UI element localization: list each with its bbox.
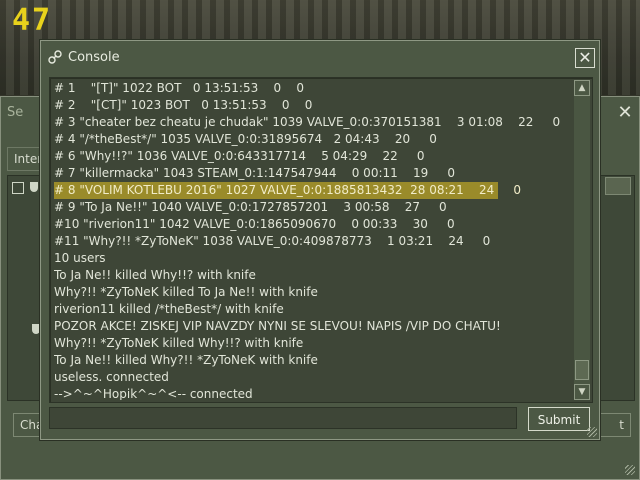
server-browser-close-icon[interactable]: ✕ xyxy=(615,103,635,123)
scrollbar[interactable]: ▲ ▼ xyxy=(574,80,590,400)
fps-counter: 47 xyxy=(12,3,53,38)
scroll-down-icon[interactable]: ▼ xyxy=(574,384,590,400)
console-line: # 6 "Why!!?" 1036 VALVE_0:0:643317714 5 … xyxy=(54,149,425,163)
server-browser-title: Se xyxy=(7,105,24,120)
console-window: Console ✕ # 1 "[T]" 1022 BOT 0 13:51:53 … xyxy=(40,40,600,440)
lock-icon xyxy=(12,182,24,194)
scroll-track[interactable] xyxy=(574,96,590,384)
console-line: #11 "Why?!! *ZyToNeK" 1038 VALVE_0:0:409… xyxy=(54,234,491,248)
scroll-up-icon[interactable]: ▲ xyxy=(574,80,590,96)
console-line: #10 "riverion11" 1042 VALVE_0:0:18650906… xyxy=(54,217,455,231)
console-titlebar[interactable]: Console ✕ xyxy=(41,41,599,73)
console-line: # 7 "killermacka" 1043 STEAM_0:1:1475479… xyxy=(54,166,455,180)
console-line: # 9 "To Ja Ne!!" 1040 VALVE_0:0:17278572… xyxy=(54,200,447,214)
submit-button[interactable]: Submit xyxy=(528,407,590,431)
console-line: To Ja Ne!! killed Why?!! *ZyToNeK with k… xyxy=(54,353,318,367)
console-line: # 4 "/*theBest*/" 1035 VALVE_0:0:3189567… xyxy=(54,132,437,146)
console-line: useless. connected xyxy=(54,370,169,384)
console-line: To Ja Ne!! killed Why!!? with knife xyxy=(54,268,256,282)
console-line-selected: # 8 "VOLIM KOTLEBU 2016" 1027 VALVE_0:0:… xyxy=(54,182,522,199)
console-title: Console xyxy=(68,50,120,65)
resize-grip-icon[interactable] xyxy=(587,427,597,437)
resize-grip-icon[interactable] xyxy=(625,465,635,475)
filter-button[interactable] xyxy=(605,177,631,195)
console-line: riverion11 killed /*theBest*/ with knife xyxy=(54,302,284,316)
console-line: # 3 "cheater bez cheatu je chudak" 1039 … xyxy=(54,115,561,129)
close-icon[interactable]: ✕ xyxy=(575,48,595,68)
shield-icon xyxy=(30,182,38,192)
console-line: Why?!! *ZyToNeK killed Why!!? with knife xyxy=(54,336,304,350)
scroll-thumb[interactable] xyxy=(575,360,589,380)
console-lines: # 1 "[T]" 1022 BOT 0 13:51:53 0 0 # 2 "[C… xyxy=(54,80,574,400)
steam-logo-icon xyxy=(48,50,62,64)
console-line: Why?!! *ZyToNeK killed To Ja Ne!! with k… xyxy=(54,285,318,299)
command-input[interactable] xyxy=(49,407,517,429)
console-line: POZOR AKCE! ZISKEJ VIP NAVZDY NYNI SE SL… xyxy=(54,319,501,333)
console-line: 10 users xyxy=(54,251,106,265)
console-line: -->^~^Hopik^~^<-- connected xyxy=(54,387,253,400)
shield-icon xyxy=(32,324,40,334)
console-output: # 1 "[T]" 1022 BOT 0 13:51:53 0 0 # 2 "[C… xyxy=(49,77,593,403)
console-line: # 2 "[CT]" 1023 BOT 0 13:51:53 0 0 xyxy=(54,98,313,112)
console-line: # 1 "[T]" 1022 BOT 0 13:51:53 0 0 xyxy=(54,81,305,95)
